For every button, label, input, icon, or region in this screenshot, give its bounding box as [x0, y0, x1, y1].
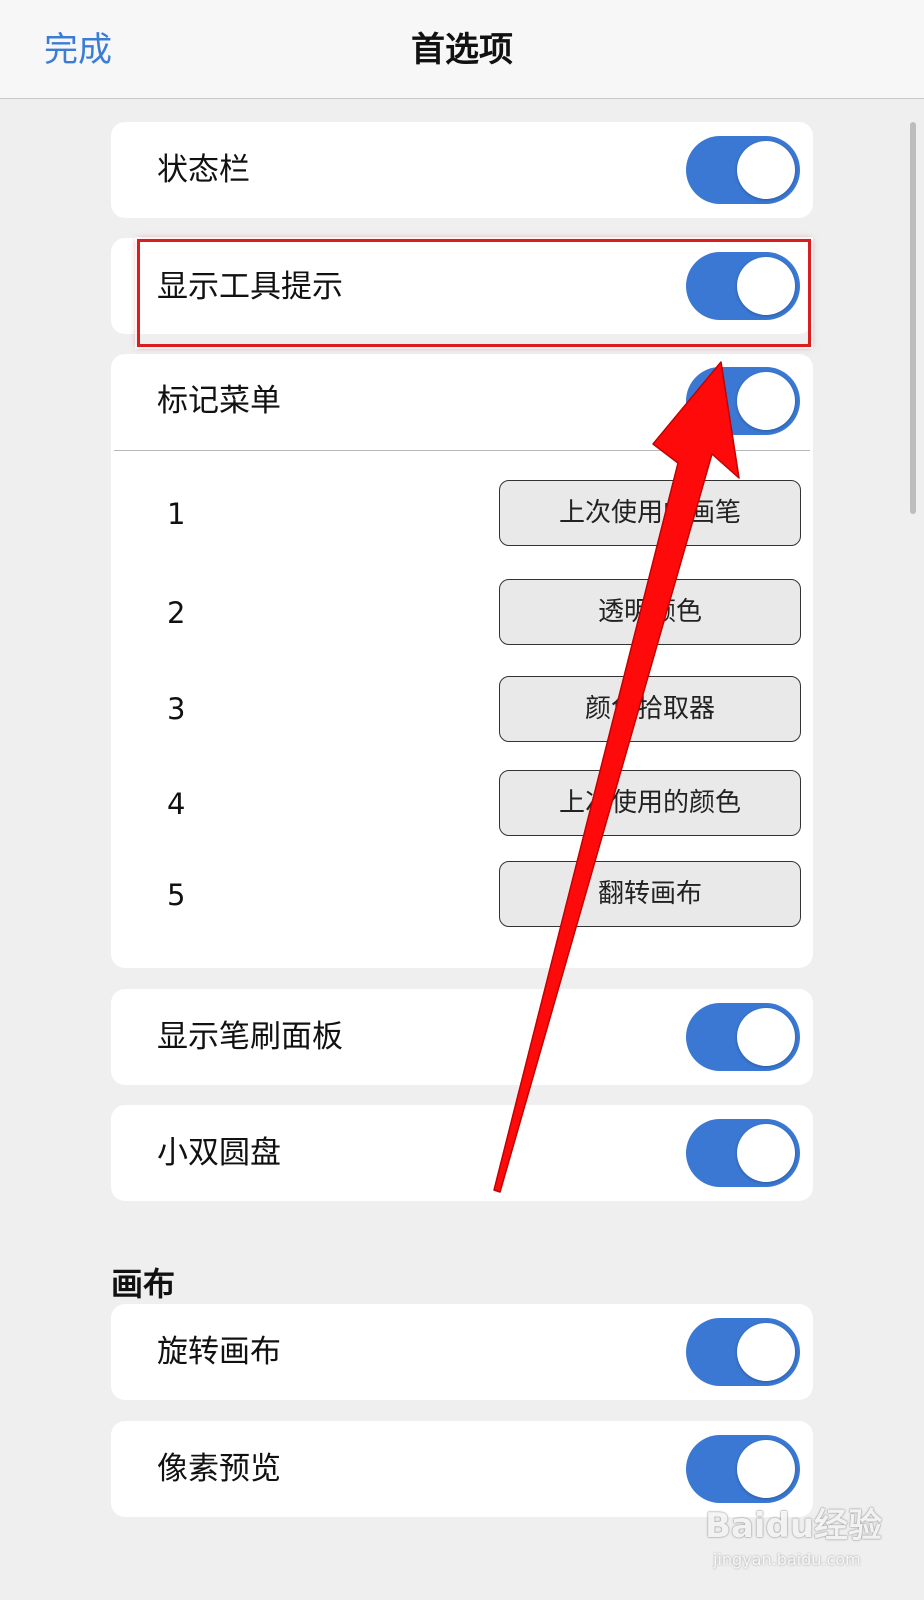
slot-2-action-button[interactable]: 透明颜色: [499, 579, 801, 645]
setting-row-rotate-canvas: 旋转画布: [111, 1304, 813, 1400]
slot-number: 2: [167, 596, 186, 630]
scrollbar[interactable]: [910, 122, 916, 514]
slot-1-action-button[interactable]: 上次使用的画笔: [499, 480, 801, 546]
watermark-url: jingyan.baidu.com: [713, 1550, 861, 1569]
setting-row-pixel-preview: 像素预览: [111, 1421, 813, 1517]
status-bar-toggle[interactable]: [686, 136, 800, 204]
setting-label: 旋转画布: [157, 1334, 281, 1370]
slot-number: 4: [167, 787, 186, 821]
slot-number: 5: [167, 878, 186, 912]
toggle-knob: [737, 372, 795, 430]
setting-label: 小双圆盘: [157, 1135, 281, 1171]
page-title: 首选项: [411, 30, 513, 70]
setting-row-mini-dual-disc: 小双圆盘: [111, 1105, 813, 1201]
mark-menu-toggle[interactable]: [686, 367, 800, 435]
divider: [114, 450, 810, 451]
toggle-knob: [737, 1124, 795, 1182]
setting-row-show-tooltips: 显示工具提示: [111, 238, 813, 334]
navigation-bar: 完成 首选项: [0, 0, 924, 99]
toggle-knob: [737, 1323, 795, 1381]
slot-number: 1: [167, 497, 186, 531]
toggle-knob: [737, 141, 795, 199]
slot-5-action-button[interactable]: 翻转画布: [499, 861, 801, 927]
show-brush-panel-toggle[interactable]: [686, 1003, 800, 1071]
slot-4-action-button[interactable]: 上次使用的颜色: [499, 770, 801, 836]
setting-row-status-bar: 状态栏: [111, 122, 813, 218]
pixel-preview-toggle[interactable]: [686, 1435, 800, 1503]
setting-label: 像素预览: [157, 1451, 281, 1487]
setting-card-mark-menu: 标记菜单 1 上次使用的画笔 2 透明颜色 3 颜色拾取器 4 上次使用的颜色 …: [111, 354, 813, 968]
setting-label: 状态栏: [157, 152, 250, 188]
rotate-canvas-toggle[interactable]: [686, 1318, 800, 1386]
slot-3-action-button[interactable]: 颜色拾取器: [499, 676, 801, 742]
setting-label: 标记菜单: [157, 383, 281, 419]
show-tooltips-toggle[interactable]: [686, 252, 800, 320]
toggle-knob: [737, 1008, 795, 1066]
mini-dual-disc-toggle[interactable]: [686, 1119, 800, 1187]
toggle-knob: [737, 1440, 795, 1498]
toggle-knob: [737, 257, 795, 315]
section-title-canvas: 画布: [111, 1265, 176, 1303]
slot-number: 3: [167, 692, 186, 726]
setting-row-show-brush-panel: 显示笔刷面板: [111, 989, 813, 1085]
setting-label: 显示笔刷面板: [157, 1019, 343, 1055]
setting-label: 显示工具提示: [157, 269, 343, 305]
